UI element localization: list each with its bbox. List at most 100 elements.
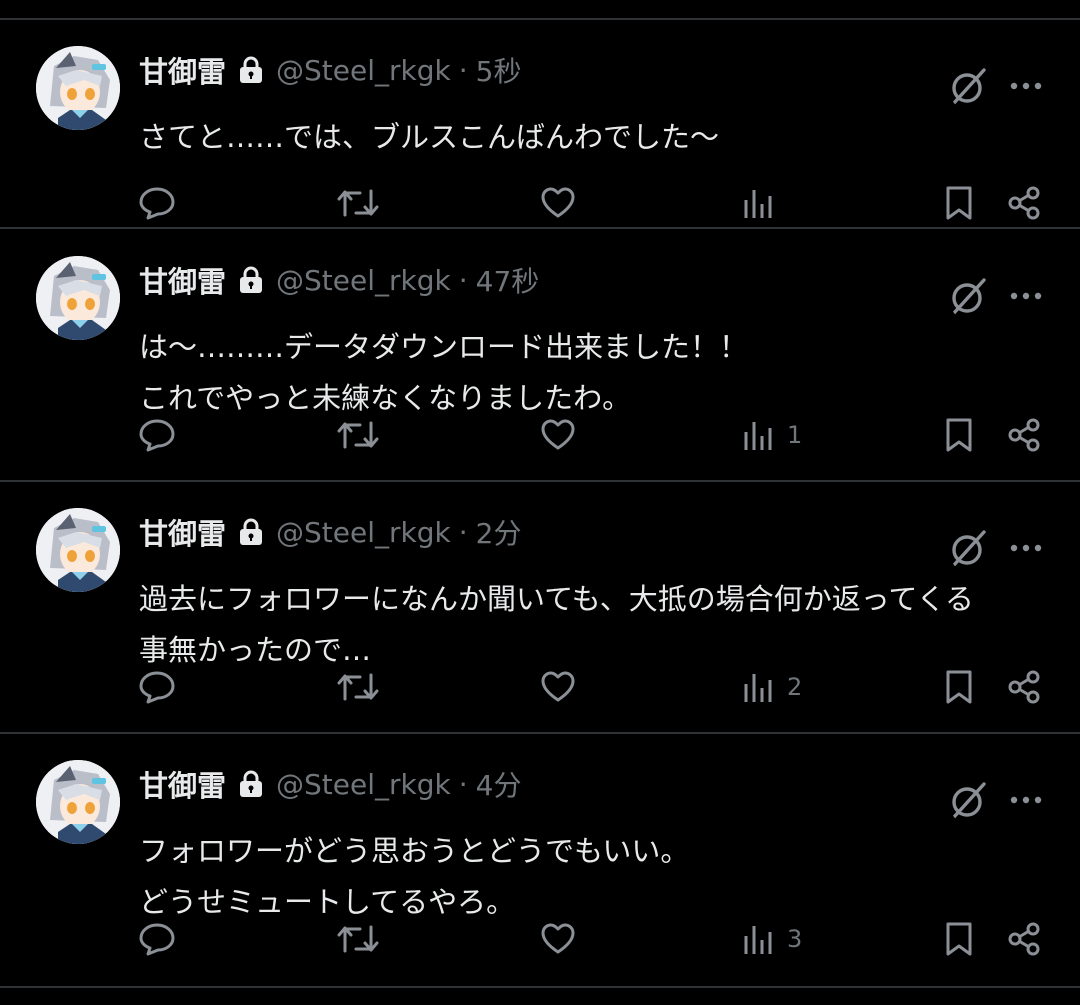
bookmark-button[interactable] [944, 914, 974, 964]
share-button[interactable] [1006, 178, 1042, 228]
tweet[interactable]: 甘御雷 @Steel_rkgk · 4分 フォロワーがどう思おうとどうでもいい。… [0, 734, 1080, 984]
like-button[interactable] [539, 410, 577, 460]
separator-dot: · [458, 263, 468, 297]
grok-icon[interactable] [948, 528, 988, 570]
lock-icon [238, 55, 264, 85]
action-bar [0, 178, 1080, 228]
user-handle[interactable]: @Steel_rkgk [276, 54, 451, 87]
avatar[interactable] [36, 760, 120, 844]
share-button[interactable] [1006, 914, 1042, 964]
tweet-text-line: フォロワーがどう思おうとどうでもいい。 [139, 834, 690, 868]
more-icon[interactable] [1008, 540, 1044, 556]
display-name[interactable]: 甘御雷 [139, 49, 226, 91]
retweet-icon [336, 669, 380, 705]
more-icon[interactable] [1008, 78, 1044, 94]
bookmark-icon [944, 669, 974, 705]
grok-icon[interactable] [948, 66, 988, 108]
view-count: 3 [787, 925, 803, 953]
timestamp[interactable]: 5秒 [476, 50, 522, 90]
separator-dot: · [458, 515, 468, 549]
retweet-button[interactable] [336, 178, 380, 228]
view-count: 1 [787, 421, 803, 449]
reply-button[interactable] [138, 410, 176, 460]
like-icon [539, 185, 577, 221]
lock-icon [238, 769, 264, 799]
view-count: 2 [787, 673, 803, 701]
retweet-icon [336, 185, 380, 221]
reply-button[interactable] [138, 178, 176, 228]
grok-icon[interactable] [948, 780, 988, 822]
more-icon[interactable] [1008, 288, 1044, 304]
display-name[interactable]: 甘御雷 [139, 511, 226, 553]
grok-icon[interactable] [948, 276, 988, 318]
reply-icon [138, 921, 176, 957]
share-button[interactable] [1006, 410, 1042, 460]
lock-icon [238, 517, 264, 547]
timeline-feed: 甘御雷 @Steel_rkgk · 5秒 さてと……では、ブルスこんばんわでした… [0, 0, 1080, 1005]
more-icon[interactable] [1008, 792, 1044, 808]
views-button[interactable]: 1 [743, 410, 802, 460]
timestamp[interactable]: 4分 [476, 764, 522, 804]
tweet-header: 甘御雷 @Steel_rkgk · 47秒 [139, 258, 539, 302]
retweet-icon [336, 417, 380, 453]
reply-button[interactable] [138, 662, 176, 712]
like-icon [539, 417, 577, 453]
views-button[interactable]: 3 [743, 914, 802, 964]
bookmark-button[interactable] [944, 662, 974, 712]
like-button[interactable] [539, 178, 577, 228]
share-icon [1006, 669, 1042, 705]
timestamp[interactable]: 47秒 [476, 260, 540, 300]
tweet[interactable]: 甘御雷 @Steel_rkgk · 2分 過去にフォロワーになんか聞いても、大抵… [0, 482, 1080, 732]
share-button[interactable] [1006, 662, 1042, 712]
avatar[interactable] [36, 508, 120, 592]
divider [0, 227, 1080, 229]
tweet-header: 甘御雷 @Steel_rkgk · 2分 [139, 510, 521, 554]
action-bar: 1 [0, 410, 1080, 460]
tweet-text-line: 過去にフォロワーになんか聞いても、大抵の場合何か返ってくる [139, 582, 974, 616]
retweet-icon [336, 921, 380, 957]
like-icon [539, 669, 577, 705]
tweet-text: フォロワーがどう思おうとどうでもいい。 どうせミュートしてるやろ。 [139, 826, 1059, 928]
bookmark-icon [944, 417, 974, 453]
tweet-text-line: さてと……では、ブルスこんばんわでした〜 [139, 120, 720, 154]
user-handle[interactable]: @Steel_rkgk [276, 768, 451, 801]
retweet-button[interactable] [336, 914, 380, 964]
tweet-header: 甘御雷 @Steel_rkgk · 5秒 [139, 48, 521, 92]
reply-button[interactable] [138, 914, 176, 964]
views-icon [743, 670, 773, 704]
display-name[interactable]: 甘御雷 [139, 259, 226, 301]
user-handle[interactable]: @Steel_rkgk [276, 516, 451, 549]
share-icon [1006, 921, 1042, 957]
like-button[interactable] [539, 662, 577, 712]
separator-dot: · [458, 767, 468, 801]
bookmark-icon [944, 921, 974, 957]
tweet-text: さてと……では、ブルスこんばんわでした〜 [139, 112, 1059, 163]
tweet[interactable]: 甘御雷 @Steel_rkgk · 47秒 は〜………データダウンロード出来まし… [0, 230, 1080, 480]
divider [0, 986, 1080, 988]
views-icon [743, 186, 773, 220]
display-name[interactable]: 甘御雷 [139, 763, 226, 805]
views-button[interactable]: 2 [743, 662, 802, 712]
bookmark-button[interactable] [944, 410, 974, 460]
reply-icon [138, 669, 176, 705]
bookmark-icon [944, 185, 974, 221]
like-button[interactable] [539, 914, 577, 964]
views-icon [743, 922, 773, 956]
reply-icon [138, 185, 176, 221]
retweet-button[interactable] [336, 410, 380, 460]
bookmark-button[interactable] [944, 178, 974, 228]
reply-icon [138, 417, 176, 453]
retweet-button[interactable] [336, 662, 380, 712]
separator-dot: · [458, 53, 468, 87]
avatar[interactable] [36, 256, 120, 340]
tweet-text-line: は〜………データダウンロード出来ました！！ [139, 330, 749, 364]
tweet-text: 過去にフォロワーになんか聞いても、大抵の場合何か返ってくる 事無かったので… [139, 574, 1059, 676]
user-handle[interactable]: @Steel_rkgk [276, 264, 451, 297]
timestamp[interactable]: 2分 [476, 512, 522, 552]
like-icon [539, 921, 577, 957]
share-icon [1006, 417, 1042, 453]
views-button[interactable] [743, 178, 787, 228]
avatar[interactable] [36, 46, 120, 130]
action-bar: 2 [0, 662, 1080, 712]
action-bar: 3 [0, 914, 1080, 964]
